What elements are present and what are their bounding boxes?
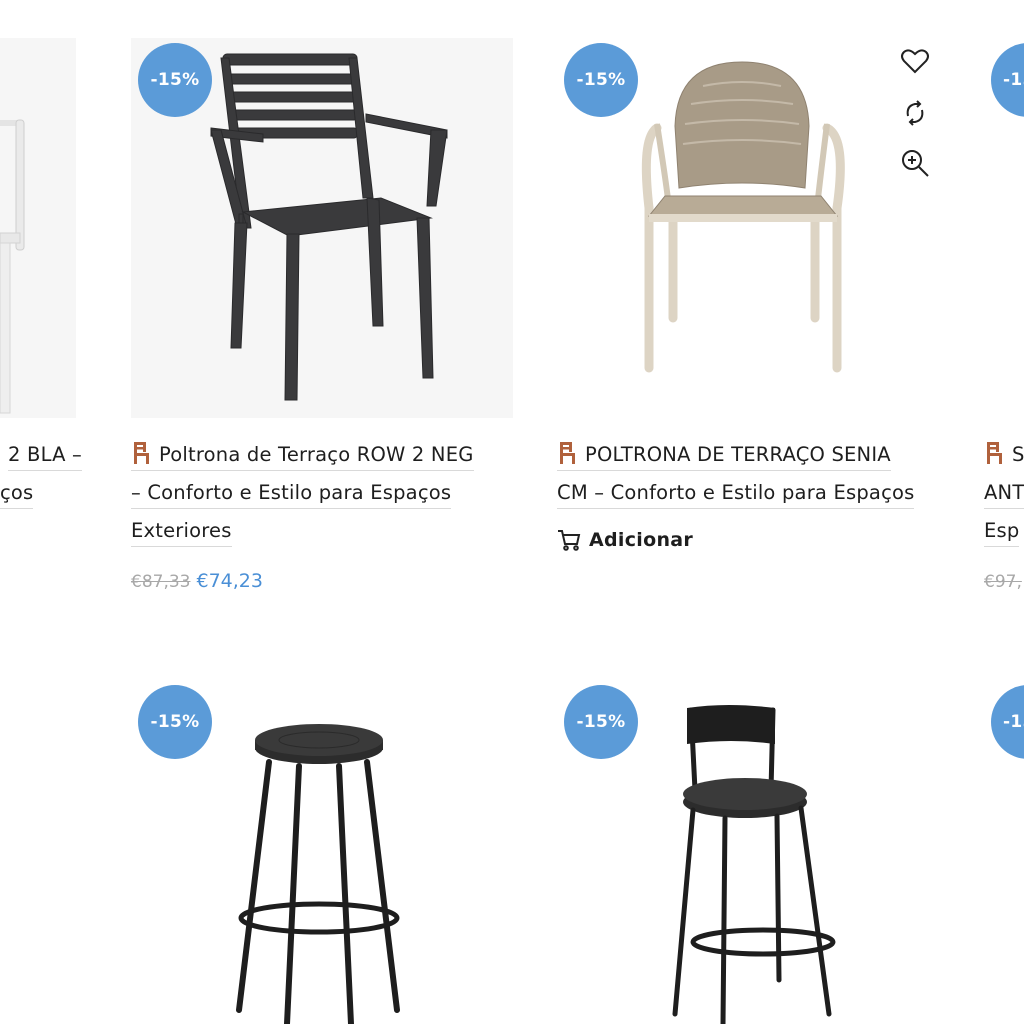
white-chair-image xyxy=(0,119,25,414)
discount-badge: -15% xyxy=(138,43,212,117)
price: €97, xyxy=(984,570,1024,592)
discount-badge: -15% xyxy=(564,685,638,759)
add-to-cart-label[interactable]: Adicionar xyxy=(589,529,693,551)
discount-badge: -15% xyxy=(138,685,212,759)
title-line[interactable]: ANT xyxy=(984,481,1024,509)
title-line[interactable]: Exteriores xyxy=(131,519,232,547)
wishlist-heart-icon[interactable] xyxy=(900,46,930,76)
cart-icon xyxy=(558,530,581,551)
add-to-cart-button[interactable]: Adicionar xyxy=(557,528,693,552)
old-price: €87,33 xyxy=(131,572,191,592)
badge-text: -15 xyxy=(1003,70,1024,90)
title-text[interactable]: Poltrona de Terraço ROW 2 NEG xyxy=(159,443,474,466)
title-line[interactable]: Esp xyxy=(984,519,1020,547)
compare-icon[interactable] xyxy=(900,98,930,128)
product-title[interactable]: POLTRONA DE TERRAÇO SENIA CM – Conforto … xyxy=(557,436,957,512)
product-image[interactable] xyxy=(0,38,76,418)
discount-badge: -15 xyxy=(991,685,1024,759)
chair-icon xyxy=(131,442,151,464)
product-title[interactable]: 2 BLA – ços xyxy=(0,436,120,512)
zoom-icon[interactable] xyxy=(900,148,930,178)
title-text[interactable]: S xyxy=(1012,443,1024,466)
price: €87,33 €74,23 xyxy=(131,570,263,592)
title-text[interactable]: POLTRONA DE TERRAÇO SENIA xyxy=(585,443,891,466)
chair-icon xyxy=(984,442,1004,464)
title-line[interactable]: CM – Conforto e Estilo para Espaços xyxy=(557,481,915,509)
product-title[interactable]: Poltrona de Terraço ROW 2 NEG – Conforto… xyxy=(131,436,511,550)
title-line[interactable]: 2 BLA – xyxy=(8,443,82,471)
badge-text: -15 xyxy=(1003,712,1024,732)
sale-price: €74,23 xyxy=(196,570,263,592)
product-title[interactable]: S ANT Esp xyxy=(984,436,1024,550)
title-line[interactable]: Poltrona de Terraço ROW 2 NEG xyxy=(131,442,474,471)
title-line[interactable]: ços xyxy=(0,481,34,509)
title-line[interactable]: – Conforto e Estilo para Espaços xyxy=(131,481,452,509)
discount-badge: -15 xyxy=(991,43,1024,117)
discount-badge: -15% xyxy=(564,43,638,117)
title-line[interactable]: POLTRONA DE TERRAÇO SENIA xyxy=(557,442,891,471)
old-price: €97, xyxy=(984,572,1022,592)
chair-icon xyxy=(557,442,577,464)
